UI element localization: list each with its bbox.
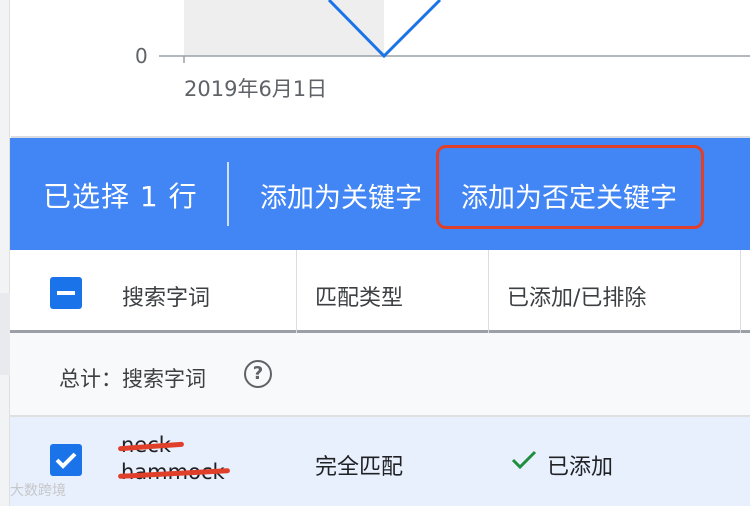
page-left-rail-shade bbox=[0, 293, 10, 375]
add-as-negative-keyword-label: 添加为否定关键字 bbox=[461, 183, 677, 214]
header-match-type[interactable]: 匹配类型 bbox=[315, 280, 403, 312]
header-added-excluded[interactable]: 已添加/已排除 bbox=[507, 280, 646, 312]
add-as-keyword-button[interactable]: 添加为关键字 bbox=[260, 176, 422, 215]
row-checkbox[interactable] bbox=[50, 444, 82, 476]
total-label: 总计：搜索字词 bbox=[59, 367, 206, 391]
performance-chart: 0 2019年6月1日 bbox=[11, 0, 750, 138]
chart-shaded-band bbox=[184, 0, 384, 56]
help-icon[interactable]: ? bbox=[244, 360, 272, 388]
selected-count-label: 已选择 1 行 bbox=[43, 180, 198, 213]
match-type-cell: 完全匹配 bbox=[315, 455, 404, 480]
table-row[interactable]: neck hammock 完全匹配 已添加 bbox=[10, 417, 750, 506]
action-bar-divider bbox=[227, 162, 229, 226]
page-left-rail bbox=[0, 0, 10, 506]
add-as-negative-keyword-button[interactable]: 添加为否定关键字 bbox=[436, 145, 704, 229]
header-search-term[interactable]: 搜索字词 bbox=[122, 280, 210, 312]
added-check-icon bbox=[511, 450, 537, 470]
table-header: 搜索字词 匹配类型 已添加/已排除 bbox=[10, 250, 750, 333]
chart-y-tick-label: 0 bbox=[135, 44, 148, 68]
chart-x-tick-label: 2019年6月1日 bbox=[184, 77, 328, 101]
total-row: 总计：搜索字词 ? bbox=[10, 333, 750, 417]
watermark-logo: 大数跨境 bbox=[10, 483, 66, 499]
selection-action-bar: 已选择 1 行 添加为关键字 添加为否定关键字 bbox=[10, 138, 750, 250]
chart-svg bbox=[159, 0, 750, 63]
checkmark-icon bbox=[55, 452, 77, 469]
search-terms-table: 搜索字词 匹配类型 已添加/已排除 总计：搜索字词 ? neck hammock… bbox=[10, 250, 750, 506]
select-all-checkbox[interactable] bbox=[50, 277, 82, 309]
added-status-cell: 已添加 bbox=[547, 455, 614, 480]
